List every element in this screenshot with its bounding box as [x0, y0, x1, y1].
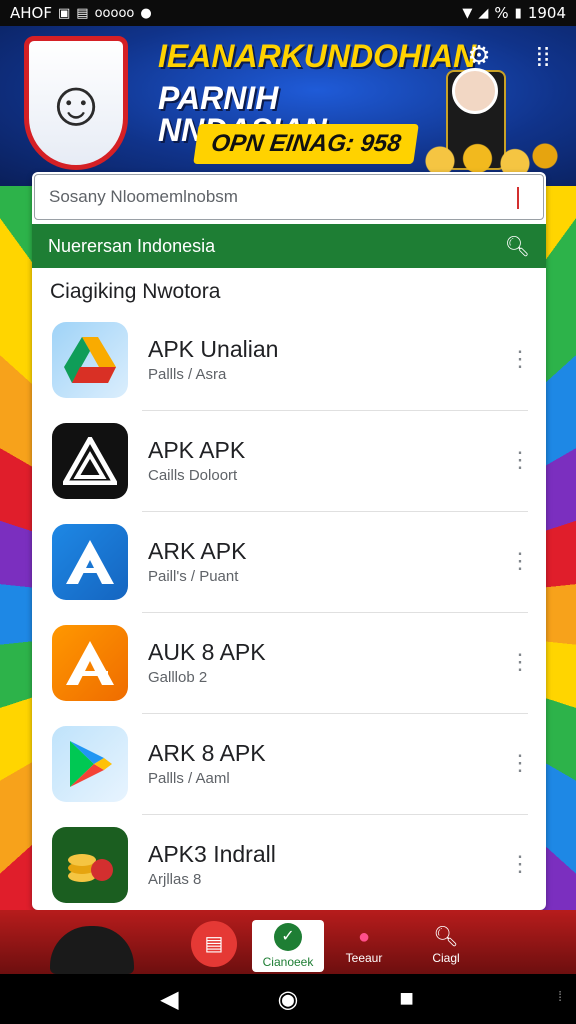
- app-subtitle: Pallls / Aaml: [148, 770, 230, 787]
- section-title: Ciagiking Nwotora: [50, 280, 221, 303]
- region-bar[interactable]: Nuerersan Indonesia 🔍︎: [32, 224, 546, 268]
- notification-icon: ▣: [57, 5, 71, 21]
- status-left-text: AHOF: [10, 4, 52, 22]
- play-icon: [52, 726, 128, 802]
- more-options-icon[interactable]: ⋮: [509, 748, 531, 778]
- app-list-item[interactable]: APK3 Indrall Arjllas 8 ⋮: [32, 815, 546, 910]
- app-list-item[interactable]: ARK 8 APK Pallls / Aaml ⋮: [32, 714, 546, 815]
- home-circle-icon[interactable]: ◉: [268, 985, 308, 1014]
- search-input[interactable]: Sosany Nloomemlnobsm: [34, 174, 544, 220]
- tab-search[interactable]: 🔍︎ Ciagl: [410, 920, 482, 972]
- search-placeholder: Sosany Nloomemlnobsm: [49, 187, 238, 206]
- a-glyph-icon: [66, 540, 114, 584]
- app-name: APK Unalian: [148, 336, 279, 362]
- app-subtitle: Galllob 2: [148, 669, 208, 686]
- search-icon: 🔍︎: [433, 926, 459, 948]
- banner-title: IEANARKUNDOHIAN: [158, 38, 477, 74]
- tab-favorites-label: Teeaur: [345, 951, 383, 965]
- tab-favorites[interactable]: ● Teeaur: [328, 920, 400, 972]
- photo-icon: ▤: [76, 5, 89, 21]
- a-logo-icon: [52, 524, 128, 600]
- app-list-card: Sosany Nloomemlnobsm Nuerersan Indonesia…: [32, 172, 546, 910]
- wifi-icon: ▼: [462, 5, 473, 21]
- accessibility-icon[interactable]: ⁞: [558, 988, 562, 1004]
- system-navigation: ◀ ◉ ■ ⁞: [0, 974, 576, 1024]
- back-icon[interactable]: ◀: [149, 985, 189, 1014]
- recents-icon[interactable]: ■: [387, 985, 427, 1013]
- more-options-icon[interactable]: ⋮: [509, 849, 531, 879]
- battery-icon: ▮: [514, 5, 522, 21]
- coins-stack-icon: [68, 854, 113, 882]
- app-name: ARK APK: [148, 538, 247, 564]
- tab-search-label: Ciagl: [432, 951, 460, 965]
- more-options-icon[interactable]: ⋮: [509, 445, 531, 475]
- status-right: ▼ ◢ % ▮ 1904: [462, 4, 566, 22]
- status-left: AHOF ▣ ▤ ooooo ●: [10, 4, 152, 22]
- app-subtitle: Caills Doloort: [148, 467, 238, 484]
- promo-banner[interactable]: ☺ IEANARKUNDOHIAN PARNIH NNDASIAN OPN EI…: [0, 26, 576, 186]
- triangle-a-icon: [52, 423, 128, 499]
- orange-a-icon: [52, 625, 128, 701]
- app-list-item[interactable]: ARK APK Paill's / Puant ⋮: [32, 512, 546, 613]
- police-emblem-icon: ☺: [24, 36, 128, 170]
- officer-hat-icon: [50, 926, 134, 974]
- bottom-navigation: ▤ ✓ Cianoeek ● Teeaur 🔍︎ Ciagl: [0, 910, 576, 974]
- status-time: 1904: [527, 4, 566, 22]
- app-name: APK APK: [148, 437, 246, 463]
- app-name: APK3 Indrall: [148, 841, 276, 867]
- app-name: AUK 8 APK: [148, 639, 266, 665]
- profile-avatar-icon[interactable]: [452, 68, 498, 114]
- more-options-icon[interactable]: ⋮: [509, 546, 531, 576]
- app-subtitle: Arjllas 8: [148, 871, 202, 888]
- drive-icon: [52, 322, 128, 398]
- app-subtitle: Paill's / Puant: [148, 568, 239, 585]
- more-options-icon[interactable]: ⋮: [509, 647, 531, 677]
- leaf-icon: ✓: [274, 923, 302, 951]
- home-icon: ▤: [191, 921, 237, 967]
- app-list: APK Unalian Pallls / Asra ⋮ APK APK Cail…: [32, 310, 546, 910]
- search-icon[interactable]: 🔍︎: [505, 234, 530, 259]
- app-subtitle: Pallls / Asra: [148, 366, 227, 383]
- settings-gear-icon[interactable]: ⚙: [464, 40, 494, 70]
- drive-logo-icon: [64, 337, 116, 383]
- play-store-logo-icon: [70, 741, 112, 787]
- orange-a-glyph-icon: [66, 641, 114, 685]
- status-bar: AHOF ▣ ▤ ooooo ● ▼ ◢ % ▮ 1904: [0, 0, 576, 26]
- text-cursor: [517, 187, 519, 209]
- banner-promo-badge: OPN EINAG: 958: [193, 124, 419, 164]
- grid-menu-icon[interactable]: ⁞⁞: [528, 42, 558, 72]
- heart-icon: ●: [357, 926, 371, 948]
- app-list-item[interactable]: APK APK Caills Doloort ⋮: [32, 411, 546, 512]
- app-name: ARK 8 APK: [148, 740, 266, 766]
- battery-percent: %: [494, 4, 509, 22]
- tab-active-label: Cianoeek: [262, 955, 314, 969]
- signal-icon: ◢: [478, 5, 489, 21]
- tab-active[interactable]: ✓ Cianoeek: [252, 920, 324, 972]
- app-notification-icon: ●: [140, 5, 152, 21]
- coins-icon: [52, 827, 128, 903]
- carrier-label: ooooo: [94, 5, 135, 21]
- app-list-item[interactable]: AUK 8 APK Galllob 2 ⋮: [32, 613, 546, 714]
- app-list-item[interactable]: APK Unalian Pallls / Asra ⋮: [32, 310, 546, 411]
- tab-home[interactable]: ▤: [178, 920, 250, 972]
- triangle-logo-icon: [63, 437, 117, 485]
- more-options-icon[interactable]: ⋮: [509, 344, 531, 374]
- region-label: Nuerersan Indonesia: [48, 235, 216, 256]
